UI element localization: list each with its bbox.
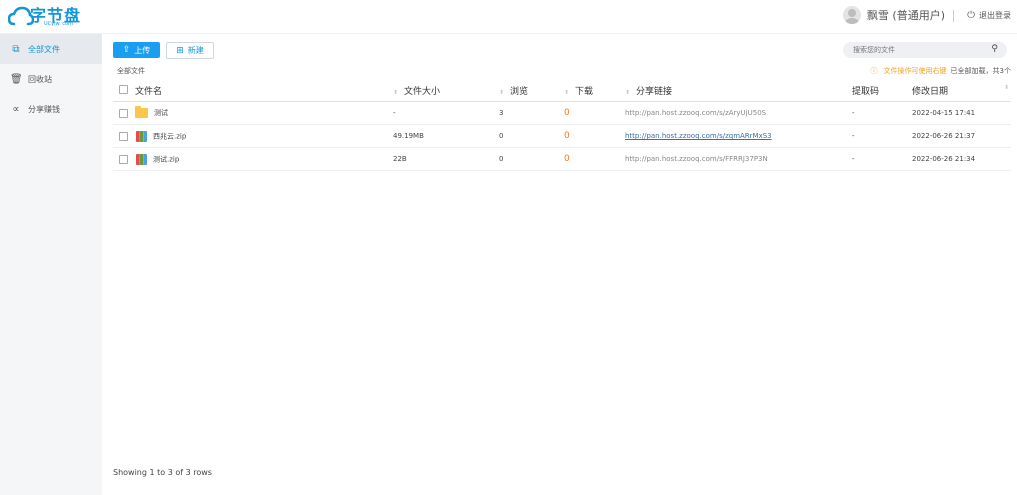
main-content: ⇪ 上传 ⊞ 新建 ⚲ 全部文件 ⓘ 文件操作可使用右键 已全部加载，共3个 文… (102, 34, 1017, 495)
sidebar-item-label: 回收站 (28, 74, 52, 84)
row-checkbox[interactable] (119, 154, 128, 164)
select-all-checkbox[interactable] (119, 85, 128, 94)
zip-file-icon (136, 153, 147, 165)
user-name[interactable]: 飘雪 (普通用户) (867, 7, 945, 23)
power-icon: ⏻ (967, 10, 975, 21)
search-input[interactable] (853, 46, 973, 54)
status-hint: ⓘ 文件操作可使用右键 已全部加载，共3个 (871, 66, 1011, 76)
sidebar: ⧉ 全部文件 🗑 回收站 ∝ 分享赚钱 (0, 34, 102, 495)
download-count: 0 (564, 108, 570, 118)
file-name[interactable]: 西兆云.zip (153, 132, 186, 140)
extract-code: - (852, 101, 912, 125)
pagination-info: Showing 1 to 3 of 3 rows (113, 468, 212, 477)
logout-button[interactable]: ⏻ 退出登录 (967, 10, 1011, 21)
avatar[interactable] (842, 6, 861, 24)
file-size: 22B (393, 147, 499, 171)
file-table: 文件名 ⬍ 文件大小 ⬍ 浏览 ⬍ 下载 ⬍ 分享链接 提取码 修改日期 ⬍ 测试 - 3… (113, 79, 1011, 171)
extract-code: - (852, 124, 912, 148)
share-icon: ∝ (12, 103, 20, 115)
table-row[interactable]: 测试 - 3 0 http://pan.host.zzooq.com/s/zAr… (113, 101, 1011, 125)
zip-file-icon (136, 130, 147, 142)
file-size: 49.19MB (393, 124, 499, 148)
brand-subtitle: UCyiw. com (44, 21, 73, 27)
folder-icon (135, 106, 148, 118)
col-header-date[interactable]: 修改日期 ⬍ (912, 79, 1011, 102)
sort-icon: ⬍ (625, 88, 631, 96)
share-link[interactable]: http://pan.host.zzooq.com/s/FFRRJ37P3N (625, 155, 768, 163)
extract-code: - (852, 147, 912, 171)
file-name[interactable]: 测试 (154, 109, 168, 117)
sidebar-item-share[interactable]: ∝ 分享赚钱 (0, 94, 102, 124)
share-link[interactable]: http://pan.host.zzooq.com/s/zAryUjU50S (625, 109, 766, 117)
sidebar-item-trash[interactable]: 🗑 回收站 (0, 64, 102, 94)
new-button[interactable]: ⊞ 新建 (166, 42, 214, 59)
view-count: 3 (499, 101, 564, 125)
user-menu[interactable]: 飘雪 (普通用户) (842, 6, 945, 24)
view-count: 0 (499, 147, 564, 171)
file-name[interactable]: 测试.zip (153, 155, 179, 163)
file-size: - (393, 101, 499, 125)
modified-date: 2022-06-26 21:34 (912, 147, 1011, 171)
sort-icon: ⬍ (564, 88, 570, 96)
col-header-size[interactable]: ⬍ 文件大小 (393, 79, 499, 102)
sort-icon: ⬍ (499, 88, 505, 96)
sidebar-item-all-files[interactable]: ⧉ 全部文件 (0, 34, 102, 64)
modified-date: 2022-06-26 21:37 (912, 124, 1011, 148)
load-status: 已全部加载，共3个 (950, 67, 1011, 75)
new-label: 新建 (187, 46, 204, 55)
sort-icon: ⬍ (1003, 83, 1009, 91)
search-box: ⚲ (843, 42, 1007, 58)
table-row[interactable]: 西兆云.zip 49.19MB 0 0 http://pan.host.zzoo… (113, 124, 1011, 148)
files-icon: ⧉ (12, 43, 20, 55)
breadcrumb[interactable]: 全部文件 (117, 66, 145, 76)
upload-label: 上传 (134, 45, 151, 55)
divider (953, 10, 954, 22)
logout-label: 退出登录 (979, 11, 1011, 20)
info-icon: ⓘ (870, 67, 878, 75)
upload-icon: ⇪ (122, 45, 131, 55)
download-count: 0 (564, 131, 570, 141)
row-checkbox[interactable] (119, 108, 128, 118)
col-header-name[interactable]: 文件名 (135, 79, 393, 102)
table-header: 文件名 ⬍ 文件大小 ⬍ 浏览 ⬍ 下载 ⬍ 分享链接 提取码 修改日期 ⬍ (113, 79, 1011, 102)
download-count: 0 (564, 154, 570, 164)
sidebar-item-label: 分享赚钱 (28, 104, 60, 114)
row-checkbox[interactable] (119, 131, 128, 141)
top-bar: 字节盘 UCyiw. com 飘雪 (普通用户) ⏻ 退出登录 (0, 0, 1017, 34)
col-header-link[interactable]: ⬍ 分享链接 (625, 79, 852, 102)
search-icon[interactable]: ⚲ (991, 44, 998, 54)
upload-button[interactable]: ⇪ 上传 (113, 42, 160, 58)
tip-text: 文件操作可使用右键 (883, 67, 947, 75)
trash-icon: 🗑 (10, 73, 23, 85)
modified-date: 2022-04-15 17:41 (912, 101, 1011, 125)
col-header-views[interactable]: ⬍ 浏览 (499, 79, 564, 102)
sidebar-item-label: 全部文件 (28, 44, 60, 54)
share-link[interactable]: http://pan.host.zzooq.com/s/zqmARrMxS3 (625, 132, 772, 140)
table-row[interactable]: 测试.zip 22B 0 0 http://pan.host.zzooq.com… (113, 147, 1011, 171)
sort-icon: ⬍ (393, 88, 399, 96)
new-folder-icon: ⊞ (176, 45, 184, 56)
col-header-downloads[interactable]: ⬍ 下载 (564, 79, 625, 102)
col-header-code[interactable]: 提取码 (852, 79, 912, 102)
view-count: 0 (499, 124, 564, 148)
